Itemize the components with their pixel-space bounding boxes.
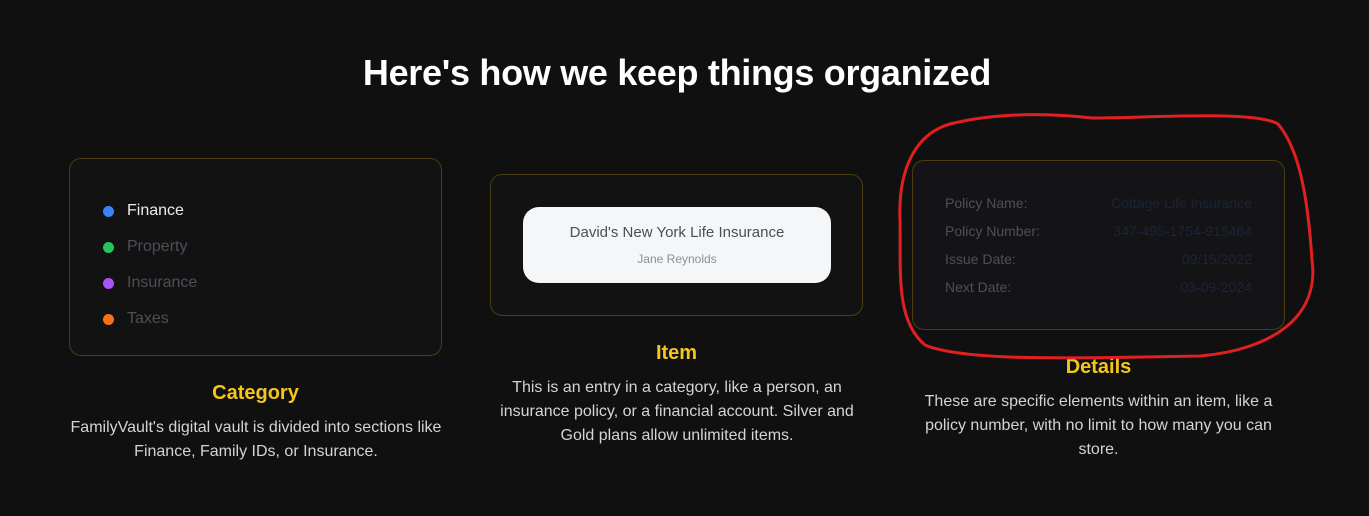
category-title: Category <box>212 382 299 404</box>
page-heading: Here's how we keep things organized <box>362 52 992 93</box>
item-entry-card[interactable]: David's New York Life Insurance Jane Rey… <box>523 207 831 283</box>
orange-dot-icon <box>103 313 114 325</box>
detail-value: 347-495-1754-915464 <box>1113 223 1252 239</box>
category-card: Finance Property Insurance Taxes <box>69 158 442 356</box>
detail-value: 09/15/2022 <box>1181 251 1252 267</box>
category-list: Finance Property Insurance Taxes <box>103 193 197 337</box>
detail-value: 03-09-2024 <box>1180 279 1252 295</box>
item-description: This is an entry in a category, like a p… <box>500 379 854 444</box>
detail-label: Policy Number: <box>945 223 1040 239</box>
item-card: David's New York Life Insurance Jane Rey… <box>490 174 863 316</box>
detail-value: Cottage Life Insurance <box>1111 195 1252 211</box>
detail-label: Next Date: <box>945 279 1012 295</box>
detail-row-policy-name: Policy Name: Cottage Life Insurance <box>945 195 1252 215</box>
category-item-label: Insurance <box>127 274 198 291</box>
category-description: FamilyVault's digital vault is divided i… <box>70 419 442 460</box>
detail-label: Policy Name: <box>945 195 1028 211</box>
category-item-finance[interactable]: Finance <box>103 193 197 229</box>
details-description: These are specific elements within an it… <box>924 393 1273 458</box>
category-item-property[interactable]: Property <box>103 229 197 265</box>
details-title: Details <box>1065 356 1132 378</box>
details-card: Policy Name: Cottage Life Insurance Poli… <box>912 160 1285 330</box>
category-item-label: Taxes <box>127 310 169 327</box>
item-entry-subtitle: Jane Reynolds <box>637 252 717 266</box>
blue-dot-icon <box>103 205 114 217</box>
category-item-label: Property <box>127 238 188 255</box>
category-item-label: Finance <box>127 202 184 219</box>
item-entry-title: David's New York Life Insurance <box>569 224 785 241</box>
item-title: Item <box>655 342 698 364</box>
detail-row-next-date: Next Date: 03-09-2024 <box>945 279 1252 299</box>
purple-dot-icon <box>103 277 114 289</box>
detail-row-issue-date: Issue Date: 09/15/2022 <box>945 251 1252 271</box>
detail-label: Issue Date: <box>945 251 1016 267</box>
detail-row-policy-number: Policy Number: 347-495-1754-915464 <box>945 223 1252 243</box>
category-item-insurance[interactable]: Insurance <box>103 265 197 301</box>
category-item-taxes[interactable]: Taxes <box>103 301 197 337</box>
green-dot-icon <box>103 241 114 253</box>
